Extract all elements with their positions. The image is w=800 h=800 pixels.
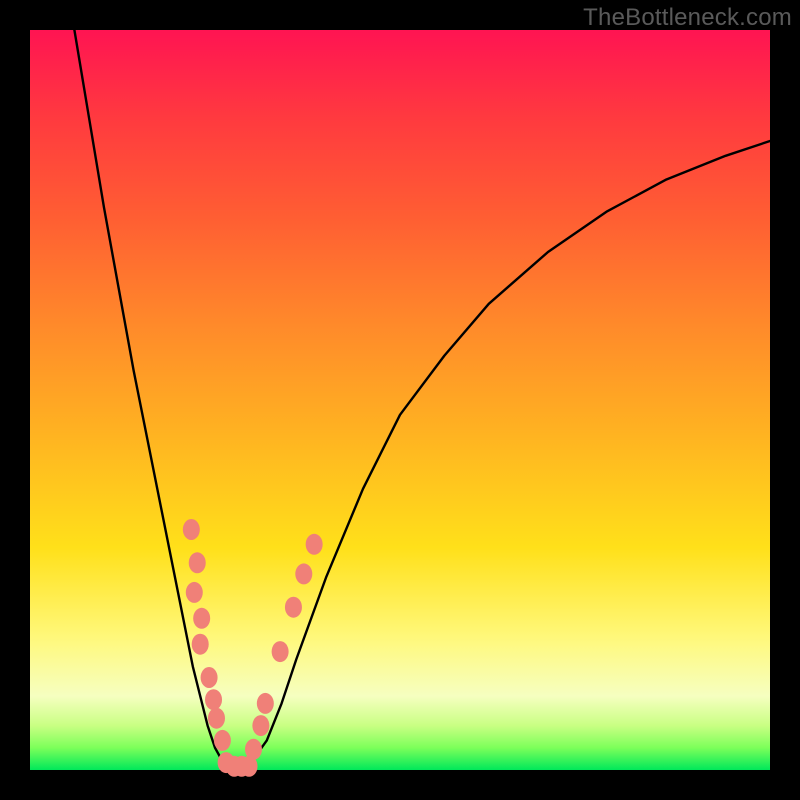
data-marker — [186, 582, 203, 603]
chart-frame: TheBottleneck.com — [0, 0, 800, 800]
data-marker — [193, 608, 210, 629]
data-marker — [285, 597, 302, 618]
data-marker — [214, 730, 231, 751]
data-marker — [201, 667, 218, 688]
data-marker — [192, 634, 209, 655]
curve-layer — [30, 30, 770, 770]
data-marker — [205, 689, 222, 710]
data-marker — [257, 693, 274, 714]
plot-area — [30, 30, 770, 770]
bottleneck-curve — [74, 30, 770, 769]
watermark-text: TheBottleneck.com — [583, 4, 792, 32]
data-marker — [252, 715, 269, 736]
data-marker — [245, 739, 262, 760]
v-curve — [74, 30, 770, 769]
data-marker — [272, 641, 289, 662]
data-marker — [295, 563, 312, 584]
data-marker — [306, 534, 323, 555]
data-marker — [208, 708, 225, 729]
data-marker — [183, 519, 200, 540]
data-marker — [189, 552, 206, 573]
